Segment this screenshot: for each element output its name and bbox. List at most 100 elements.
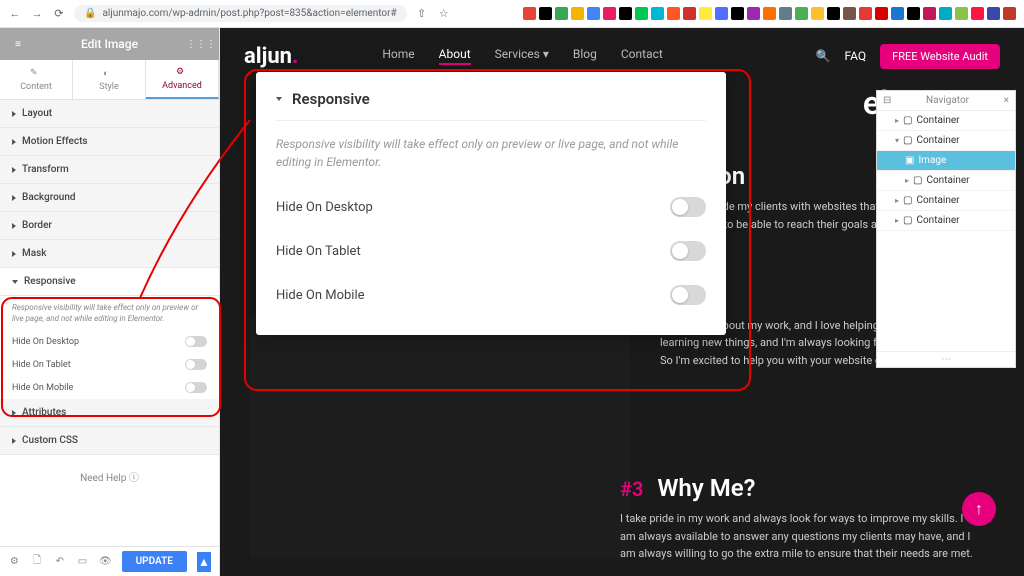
publish-options-button[interactable]: ▴ <box>197 552 211 572</box>
extension-icon[interactable] <box>955 7 968 20</box>
extension-icon[interactable] <box>923 7 936 20</box>
caret-icon <box>12 167 16 173</box>
hide-tablet-toggle[interactable] <box>185 359 207 370</box>
settings-icon[interactable]: ⚙ <box>8 553 21 571</box>
audit-button[interactable]: FREE Website Audit <box>880 44 1000 69</box>
search-icon[interactable]: 🔍 <box>816 49 831 63</box>
hide-mobile-toggle[interactable] <box>185 382 207 393</box>
section-responsive[interactable]: Responsive <box>0 268 219 296</box>
extension-icon[interactable] <box>539 7 552 20</box>
extension-icon[interactable] <box>683 7 696 20</box>
extension-icon[interactable] <box>555 7 568 20</box>
section-mask[interactable]: Mask <box>0 240 219 268</box>
extension-icon[interactable] <box>1003 7 1016 20</box>
apps-icon[interactable]: ⋮⋮⋮ <box>193 36 209 52</box>
tab-style[interactable]: ◐Style <box>73 60 146 99</box>
forward-icon[interactable]: → <box>30 7 44 21</box>
extension-icon[interactable] <box>971 7 984 20</box>
popup-hide-desktop-toggle[interactable] <box>670 197 706 217</box>
navigator-item[interactable]: ▾▢Container <box>877 131 1015 151</box>
logo[interactable]: aljun. <box>244 44 298 69</box>
extension-icon[interactable] <box>795 7 808 20</box>
caret-icon <box>12 223 16 229</box>
extension-icon[interactable] <box>603 7 616 20</box>
navigator-item[interactable]: ▸▢Container <box>877 191 1015 211</box>
extension-icon[interactable] <box>731 7 744 20</box>
extension-icon[interactable] <box>843 7 856 20</box>
whyme-title: Why Me? <box>657 474 755 502</box>
extension-icon[interactable] <box>827 7 840 20</box>
section-border[interactable]: Border <box>0 212 219 240</box>
extension-icon[interactable] <box>651 7 664 20</box>
nav-services[interactable]: Services ▾ <box>495 47 549 65</box>
contrast-icon: ◐ <box>103 68 115 80</box>
preview-icon[interactable]: 👁 <box>99 553 112 571</box>
reload-icon[interactable]: ⟳ <box>52 7 66 21</box>
share-icon[interactable]: ⇧ <box>415 7 429 21</box>
extension-icon[interactable] <box>763 7 776 20</box>
navigator-panel[interactable]: ⊟ Navigator × ▸▢Container ▾▢Container ▣I… <box>876 90 1016 368</box>
nav-home[interactable]: Home <box>382 47 414 65</box>
hide-tablet-row: Hide On Tablet <box>0 353 219 376</box>
section-transform[interactable]: Transform <box>0 156 219 184</box>
extension-icon[interactable] <box>875 7 888 20</box>
menu-icon[interactable]: ≡ <box>10 36 26 52</box>
close-icon[interactable]: × <box>1004 95 1009 106</box>
extension-icon[interactable] <box>779 7 792 20</box>
navigator-item-selected[interactable]: ▣Image <box>877 151 1015 171</box>
section-customcss[interactable]: Custom CSS <box>0 427 219 455</box>
extension-icon[interactable] <box>811 7 824 20</box>
url-text: aljunmajo.com/wp-admin/post.php?post=835… <box>102 8 396 19</box>
main-nav: Home About Services ▾ Blog Contact <box>382 47 662 65</box>
extension-icon[interactable] <box>667 7 680 20</box>
tab-content[interactable]: ✎Content <box>0 60 73 99</box>
nav-about[interactable]: About <box>439 47 471 65</box>
extension-icon[interactable] <box>523 7 536 20</box>
revisions-icon[interactable]: 🗋 <box>31 553 44 571</box>
container-icon: ▢ <box>903 215 912 226</box>
url-bar[interactable]: 🔒 aljunmajo.com/wp-admin/post.php?post=8… <box>74 5 407 22</box>
history-icon[interactable]: ↶ <box>53 553 66 571</box>
navigator-resize-handle[interactable]: ⋯ <box>877 351 1015 367</box>
caret-icon: ▸ <box>895 216 899 225</box>
extension-icon[interactable] <box>699 7 712 20</box>
popup-hide-mobile-toggle[interactable] <box>670 285 706 305</box>
hero-image[interactable] <box>250 318 630 558</box>
hide-desktop-toggle[interactable] <box>185 336 207 347</box>
popup-hide-desktop: Hide On Desktop <box>276 185 706 229</box>
extension-icon[interactable] <box>987 7 1000 20</box>
back-icon[interactable]: ← <box>8 7 22 21</box>
extension-icon[interactable] <box>571 7 584 20</box>
extension-icon[interactable] <box>891 7 904 20</box>
need-help[interactable]: Need Help ⓘ <box>0 455 219 498</box>
section-background[interactable]: Background <box>0 184 219 212</box>
extension-icon[interactable] <box>619 7 632 20</box>
tab-advanced[interactable]: ⚙Advanced <box>146 60 219 99</box>
update-button[interactable]: UPDATE <box>122 551 187 572</box>
faq-link[interactable]: FAQ <box>844 49 866 63</box>
collapse-icon[interactable]: ⊟ <box>883 95 891 106</box>
responsive-note: Responsive visibility will take effect o… <box>0 296 219 330</box>
responsive-icon[interactable]: ▭ <box>76 553 89 571</box>
star-icon[interactable]: ☆ <box>437 7 451 21</box>
pencil-icon: ✎ <box>30 68 42 80</box>
popup-hide-tablet-toggle[interactable] <box>670 241 706 261</box>
nav-contact[interactable]: Contact <box>621 47 663 65</box>
extension-icon[interactable] <box>587 7 600 20</box>
extension-icon[interactable] <box>747 7 760 20</box>
extension-icon[interactable] <box>907 7 920 20</box>
extension-icon[interactable] <box>635 7 648 20</box>
section-attributes[interactable]: Attributes <box>0 399 219 427</box>
extension-icon[interactable] <box>939 7 952 20</box>
extension-icon[interactable] <box>715 7 728 20</box>
section-layout[interactable]: Layout <box>0 100 219 128</box>
section-motion[interactable]: Motion Effects <box>0 128 219 156</box>
scroll-top-button[interactable]: ↑ <box>962 492 996 526</box>
navigator-item[interactable]: ▸▢Container <box>877 171 1015 191</box>
nav-blog[interactable]: Blog <box>573 47 597 65</box>
extension-icon[interactable] <box>859 7 872 20</box>
navigator-item[interactable]: ▸▢Container <box>877 111 1015 131</box>
caret-icon: ▸ <box>895 196 899 205</box>
navigator-item[interactable]: ▸▢Container <box>877 211 1015 231</box>
popup-header[interactable]: Responsive <box>276 90 706 121</box>
